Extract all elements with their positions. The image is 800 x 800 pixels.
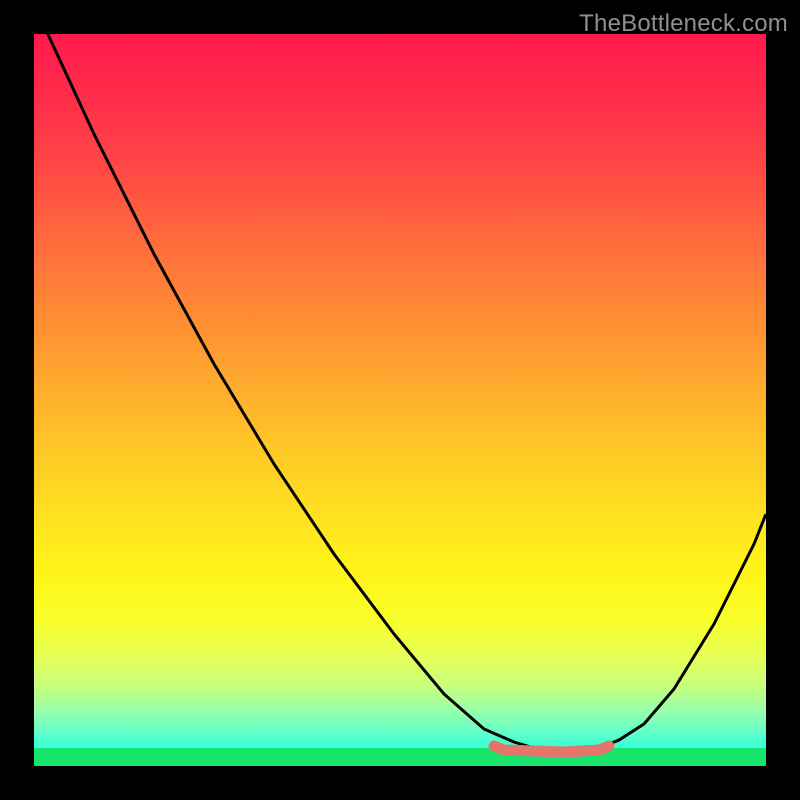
plot-area	[34, 34, 766, 766]
bottleneck-curve	[34, 34, 766, 750]
chart-frame: TheBottleneck.com	[0, 0, 800, 800]
flat-bottom-marker	[494, 746, 609, 752]
watermark-text: TheBottleneck.com	[579, 10, 788, 38]
chart-svg	[34, 34, 766, 766]
